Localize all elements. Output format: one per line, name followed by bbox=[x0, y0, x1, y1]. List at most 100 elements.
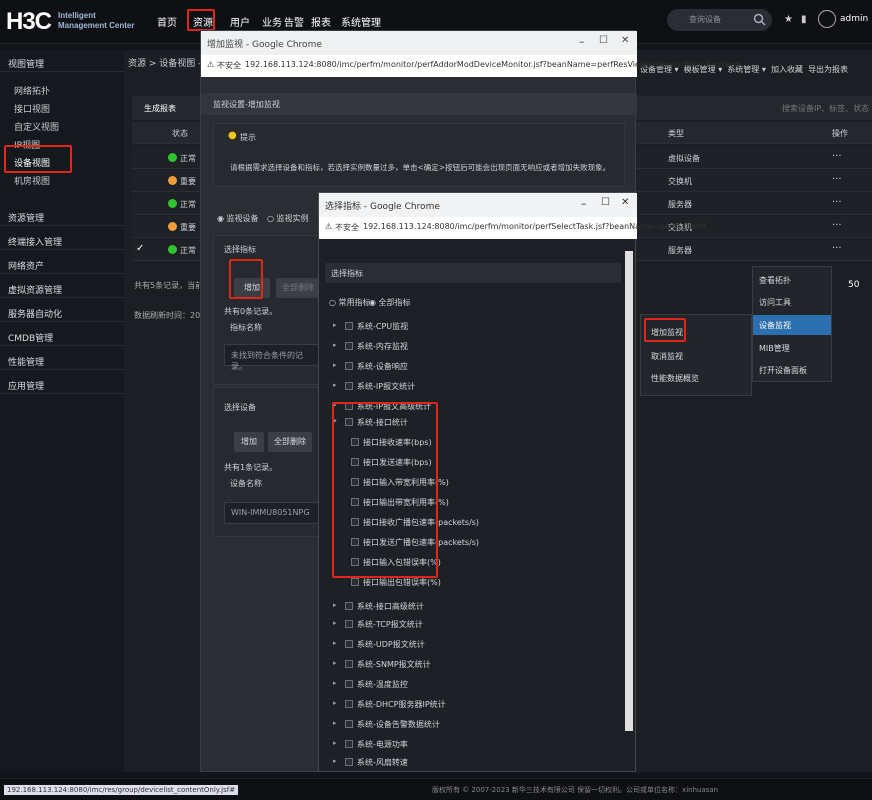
tree-item[interactable]: ▸ 系统-DHCP服务器IP统计 bbox=[327, 697, 619, 712]
avatar-icon[interactable] bbox=[818, 10, 836, 28]
warning-icon: ⚠ bbox=[325, 222, 333, 231]
highlight-interface-stats bbox=[332, 402, 438, 578]
metric-empty: 未找到符合条件的记录。 bbox=[224, 344, 320, 371]
sidebar-item-interface[interactable]: 接口视图 bbox=[14, 102, 50, 115]
address-bar[interactable]: ⚠ 不安全 192.168.113.124:8080/imc/perfm/mon… bbox=[201, 55, 748, 77]
radio-common-metric[interactable]: ○ 常用指标 bbox=[329, 297, 371, 308]
scrollbar[interactable] bbox=[625, 251, 633, 731]
sidebar-section-server-auto[interactable]: 服务器自动化 bbox=[0, 302, 124, 322]
warning-icon: ⚠ bbox=[207, 60, 215, 69]
window-title: 增加监视 - Google Chrome bbox=[207, 40, 322, 50]
tree-item[interactable]: ▸ 系统-UDP报文统计 bbox=[327, 637, 619, 652]
tree-item[interactable]: ▸ 系统-CPU监视 bbox=[327, 319, 619, 334]
close-button[interactable]: ✕ bbox=[621, 35, 629, 46]
row-action-menu[interactable]: ··· bbox=[832, 220, 842, 231]
col-type[interactable]: 类型 bbox=[668, 128, 684, 139]
status-url: 192.168.113.124:8080/imc/res/group/devic… bbox=[4, 785, 239, 795]
top-action-export[interactable]: 导出为报表 bbox=[808, 65, 848, 74]
search-icon[interactable] bbox=[753, 13, 766, 26]
highlight-device-view bbox=[4, 145, 72, 173]
sidebar-section-virtual[interactable]: 虚拟资源管理 bbox=[0, 278, 124, 298]
minimize-button[interactable]: – bbox=[579, 35, 585, 48]
remove-all-device-button[interactable]: 全部删除 bbox=[268, 432, 312, 452]
sidebar-item-custom[interactable]: 自定义视图 bbox=[14, 120, 59, 133]
tip-text: 请根据需求选择设备和指标，若选择实例数量过多，单击<确定>按钮后可能会出现页面无… bbox=[230, 163, 611, 172]
tree-item[interactable]: ▸ 系统-风扇转速 bbox=[327, 755, 619, 769]
nav-home[interactable]: 首页 bbox=[157, 14, 177, 29]
tree-item[interactable]: ▸ 系统-TCP报文统计 bbox=[327, 617, 619, 632]
menu-mib[interactable]: MIB管理 bbox=[759, 343, 790, 354]
nav-system[interactable]: 系统管理 bbox=[341, 14, 381, 29]
remove-all-metric-button[interactable]: 全部删除 bbox=[276, 278, 320, 298]
device-search-input[interactable]: 搜索设备IP、标签、状态 bbox=[782, 103, 869, 114]
row-action-menu[interactable]: ··· bbox=[832, 197, 842, 208]
status-dot bbox=[168, 222, 177, 231]
highlight-add-monitor bbox=[644, 318, 686, 342]
menu-access-tools[interactable]: 访问工具 bbox=[759, 297, 791, 308]
copyright: 版权所有 © 2007-2023 新华三技术有限公司 保留一切权利。公司或单位名… bbox=[432, 786, 719, 794]
select-metric-panel: 选择指标 增加 全部删除 共有0条记录。 指标名称 未找到符合条件的记录。 bbox=[213, 235, 323, 385]
window-titlebar: 选择指标 - Google Chrome – ☐ ✕ bbox=[319, 193, 637, 217]
row-checkbox-checked[interactable]: ✓ bbox=[136, 243, 144, 254]
global-search-input[interactable]: 查询设备 bbox=[667, 9, 772, 31]
row-action-menu[interactable]: ··· bbox=[832, 174, 842, 185]
menu-device-monitor[interactable]: 设备监视 bbox=[759, 320, 791, 331]
sidebar-section-perf[interactable]: 性能管理 bbox=[0, 350, 124, 370]
sidebar-item-room[interactable]: 机房视图 bbox=[14, 174, 50, 187]
sidebar-section-endpoint[interactable]: 终端接入管理 bbox=[0, 230, 124, 250]
col-action: 操作 bbox=[832, 129, 848, 138]
tree-item[interactable]: ▸ 系统-设备响应 bbox=[327, 359, 619, 374]
url-text[interactable]: 192.168.113.124:8080/imc/perfm/monitor/p… bbox=[363, 222, 714, 231]
col-status[interactable]: 状态 bbox=[172, 128, 188, 139]
dialog-header: 监视设置-增加监视 bbox=[201, 93, 637, 115]
row-action-menu[interactable]: ··· bbox=[832, 151, 842, 162]
nav-alarm[interactable]: 告警 bbox=[284, 14, 304, 29]
sidebar-section-view[interactable]: 视图管理 bbox=[0, 52, 124, 72]
tree-item[interactable]: ▸ 系统-SNMP报文统计 bbox=[327, 657, 619, 672]
tree-item[interactable]: ▸ 系统-内存监视 bbox=[327, 339, 619, 354]
page-size-select[interactable]: 50 bbox=[848, 280, 859, 290]
maximize-button[interactable]: ☐ bbox=[599, 35, 608, 46]
footer: 192.168.113.124:8080/imc/res/group/devic… bbox=[0, 778, 872, 800]
menu-cancel-monitor[interactable]: 取消监视 bbox=[651, 351, 683, 362]
address-bar[interactable]: ⚠ 不安全 192.168.113.124:8080/imc/perfm/mon… bbox=[319, 217, 714, 239]
sidebar-section-app[interactable]: 应用管理 bbox=[0, 374, 124, 394]
nav-user[interactable]: 用户 bbox=[230, 14, 250, 29]
radio-monitor-device[interactable]: ◉ 监视设备 bbox=[217, 213, 259, 224]
tree-item[interactable]: ▸ 系统-温度监控 bbox=[327, 677, 619, 692]
generate-report-button[interactable]: 生成报表 bbox=[144, 103, 176, 114]
close-button[interactable]: ✕ bbox=[621, 197, 629, 208]
radio-monitor-instance[interactable]: ○ 监视实例 bbox=[267, 213, 309, 224]
radio-all-metric[interactable]: ◉ 全部指标 bbox=[369, 297, 411, 308]
sidebar-item-topology[interactable]: 网络拓扑 bbox=[14, 84, 50, 97]
highlight-nav-resource bbox=[187, 9, 215, 31]
row-action-menu[interactable]: ··· bbox=[832, 243, 842, 254]
minimize-button[interactable]: – bbox=[581, 197, 587, 210]
tip-panel: ● 提示 请根据需求选择设备和指标，若选择实例数量过多，单击<确定>按钮后可能会… bbox=[213, 123, 625, 187]
tree-item[interactable]: ▸ 系统-设备告警数据统计 bbox=[327, 717, 619, 732]
highlight-add-metric bbox=[229, 259, 263, 299]
status-dot bbox=[168, 176, 177, 185]
tree-item[interactable]: ▸ 系统-接口高级统计 bbox=[327, 599, 619, 614]
sidebar-section-resource[interactable]: 资源管理 bbox=[0, 206, 124, 226]
menu-view-topology[interactable]: 查看拓扑 bbox=[759, 275, 791, 286]
add-device-button[interactable]: 增加 bbox=[234, 432, 264, 452]
maximize-button[interactable]: ☐ bbox=[601, 197, 610, 208]
logo-text: H3C bbox=[6, 8, 52, 35]
sidebar-section-asset[interactable]: 网络资产 bbox=[0, 254, 124, 274]
tree-item[interactable]: ▸ 系统-IP报文统计 bbox=[327, 379, 619, 394]
top-action-favorite[interactable]: 加入收藏 bbox=[771, 65, 803, 74]
bookmark-icon[interactable]: ▮ bbox=[801, 14, 807, 25]
star-icon[interactable]: ★ bbox=[784, 14, 793, 25]
menu-device-panel[interactable]: 打开设备面板 bbox=[759, 365, 807, 376]
url-text[interactable]: 192.168.113.124:8080/imc/perfm/monitor/p… bbox=[245, 60, 748, 69]
tree-item[interactable]: ▸ 系统-电源功率 bbox=[327, 737, 619, 752]
sidebar-section-cmdb[interactable]: CMDB管理 bbox=[0, 326, 124, 346]
menu-perf-overview[interactable]: 性能数据概览 bbox=[651, 373, 699, 384]
nav-service[interactable]: 业务 bbox=[262, 14, 282, 29]
nav-report[interactable]: 报表 bbox=[311, 14, 331, 29]
user-name[interactable]: admin bbox=[840, 14, 868, 24]
device-name-col: 设备名称 bbox=[230, 479, 262, 488]
dialog-header: 选择指标 bbox=[325, 263, 621, 283]
device-name-value: WIN-IMMU8051NPG bbox=[224, 502, 320, 524]
